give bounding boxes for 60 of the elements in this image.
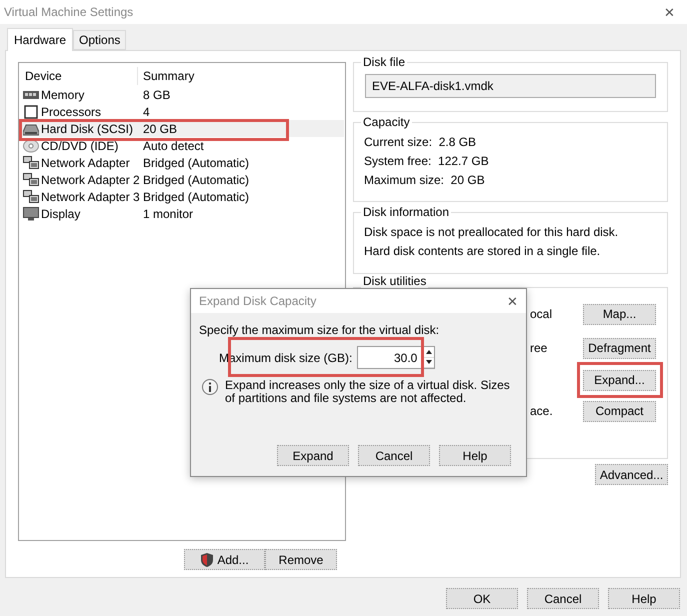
remove-button[interactable]: Remove (265, 549, 337, 570)
capacity-text: Current size: 2.8 GB (364, 134, 478, 151)
group-title: Disk information (361, 205, 452, 219)
device-row[interactable]: Memory 8 GB (20, 86, 344, 103)
group-title: Capacity (361, 115, 412, 129)
device-row[interactable]: Processors 4 (20, 103, 344, 120)
column-header[interactable]: Summary (138, 67, 318, 85)
close-button[interactable]: ✕ (507, 294, 518, 308)
capacity-text: System free: 122.7 GB (364, 153, 490, 170)
utility-button[interactable]: Defragment (583, 338, 656, 358)
device-name: Network Adapter 3 (41, 190, 140, 204)
device-name: Display (41, 206, 80, 220)
device-row[interactable]: CD/DVD (IDE) Auto detect (20, 137, 344, 154)
device-summary: Bridged (Automatic) (142, 156, 250, 170)
utility-text: ree (530, 341, 548, 355)
device-summary: 4 (142, 104, 150, 118)
dialog-button[interactable]: OK (446, 588, 518, 609)
device-name: Processors (41, 104, 102, 118)
utility-button[interactable]: Expand... (583, 370, 656, 390)
prompt-text: Specify the maximum size for the virtual disk: (199, 323, 440, 337)
utility-button[interactable]: Compact (583, 400, 656, 422)
device-summary: Auto detect (142, 138, 204, 152)
group-title: Disk file (361, 55, 408, 69)
device-name: Hard Disk (SCSI) (41, 122, 134, 136)
device-row[interactable]: Display 1 monitor (20, 205, 344, 222)
device-summary: 8 GB (142, 88, 170, 102)
info-text: Hard disk contents are stored in a single file. (364, 243, 602, 260)
device-name: Network Adapter (41, 156, 130, 170)
utility-text: ocal (530, 307, 552, 321)
info-text: Disk space is not preallocated for this hard disk. (364, 224, 620, 241)
device-summary: 20 GB (142, 122, 178, 136)
info-text: Expand increases only the size of a virtual disk. Sizes of partitions and file systems are not affected. (225, 379, 511, 405)
size-input-field[interactable]: 30.0 (357, 346, 424, 369)
disk-file-field[interactable]: EVE-ALFA-disk1.vmdk (365, 74, 656, 98)
column-header[interactable]: Device (20, 67, 138, 85)
device-row[interactable]: Network Adapter 2 Bridged (Automatic) (20, 171, 344, 188)
device-name: Memory (41, 88, 84, 102)
device-summary: 1 monitor (142, 206, 194, 220)
device-name: CD/DVD (IDE) (41, 138, 118, 152)
advanced-button[interactable]: Advanced... (595, 464, 668, 485)
add-button[interactable]: Add... (184, 549, 265, 570)
tab[interactable]: Hardware (7, 28, 74, 51)
device-summary: Bridged (Automatic) (142, 190, 250, 204)
dialog-button[interactable]: Help (608, 588, 680, 609)
dialog-button[interactable]: Help (439, 445, 511, 466)
dialog-button[interactable]: Cancel (358, 445, 430, 466)
device-summary: Bridged (Automatic) (142, 172, 250, 186)
group-title: Disk utilities (361, 274, 428, 288)
tab[interactable]: Options (73, 30, 126, 50)
utility-button[interactable]: Map... (583, 304, 656, 324)
device-name: Network Adapter 2 (41, 172, 140, 186)
capacity-text: Maximum size: 20 GB (364, 172, 486, 189)
device-row[interactable]: Network Adapter 3 Bridged (Automatic) (20, 188, 344, 205)
close-button[interactable]: ✕ (664, 4, 675, 20)
dialog-button[interactable]: Cancel (527, 588, 599, 609)
window-title: Virtual Machine Settings (4, 5, 134, 19)
device-row[interactable]: Network Adapter Bridged (Automatic) (20, 154, 344, 171)
dialog-title: Expand Disk Capacity (199, 294, 316, 308)
dialog-button[interactable]: Expand (277, 445, 349, 466)
utility-text: ace. (530, 404, 553, 418)
